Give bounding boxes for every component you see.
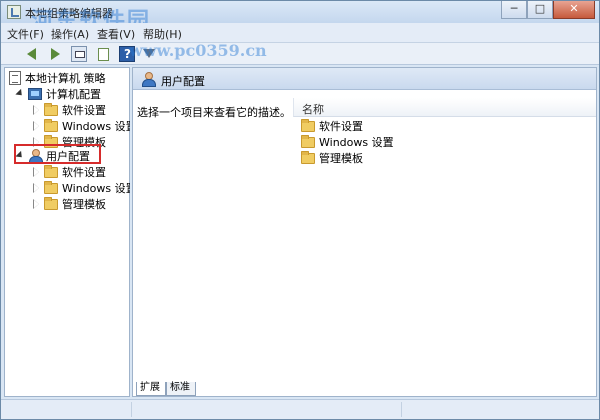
column-header-label: 名称 bbox=[302, 103, 324, 116]
tree-label: Windows 设置 bbox=[62, 182, 137, 195]
tree-label: 管理模板 bbox=[62, 198, 106, 211]
list-item-label: Windows 设置 bbox=[319, 136, 394, 149]
expand-arrow-icon[interactable] bbox=[31, 167, 41, 177]
menu-bar: 文件(F) 操作(A) 查看(V) 帮助(H) bbox=[1, 23, 599, 43]
close-icon: ✕ bbox=[569, 2, 579, 15]
folder-icon bbox=[301, 150, 315, 164]
back-icon bbox=[27, 48, 36, 60]
tree-label-root: 本地计算机 策略 bbox=[25, 72, 106, 85]
gpedit-app-icon bbox=[7, 5, 21, 19]
tree-item-root[interactable]: 本地计算机 策略 bbox=[9, 70, 106, 86]
close-button[interactable]: ✕ bbox=[553, 1, 595, 19]
list-item[interactable]: Windows 设置 bbox=[301, 134, 394, 150]
menu-view[interactable]: 查看(V) bbox=[97, 26, 135, 42]
policy-icon bbox=[9, 71, 21, 85]
detail-title: 用户配置 bbox=[161, 75, 205, 88]
list-item[interactable]: 管理模板 bbox=[301, 150, 363, 166]
folder-icon bbox=[301, 118, 315, 132]
window-controls: ─ □ ✕ bbox=[501, 1, 595, 19]
tree-pane[interactable]: 本地计算机 策略 计算机配置 软件设置 Windows 设置 管理模板 用户配置 bbox=[4, 67, 137, 397]
toolbar: www.pc0359.cn bbox=[1, 41, 599, 65]
collapse-arrow-icon[interactable] bbox=[15, 89, 25, 99]
column-header-name[interactable]: 名称 bbox=[293, 98, 596, 117]
folder-icon bbox=[44, 164, 58, 178]
detail-header: 用户配置 bbox=[133, 68, 596, 90]
list-item-label: 软件设置 bbox=[319, 120, 363, 133]
tree-label: Windows 设置 bbox=[62, 120, 137, 133]
up-level-icon[interactable] bbox=[71, 46, 87, 62]
gpedit-window: 本地组策略编辑器 河东软件园 ─ □ ✕ 文件(F) 操作(A) 查看(V) 帮… bbox=[0, 0, 600, 420]
description-text: 选择一个项目来查看它的描述。 bbox=[137, 106, 291, 119]
list-item-label: 管理模板 bbox=[319, 152, 363, 165]
user-config-icon bbox=[141, 72, 156, 87]
tree-item-software-settings[interactable]: 软件设置 bbox=[31, 102, 106, 118]
menu-action[interactable]: 操作(A) bbox=[51, 26, 89, 42]
maximize-button[interactable]: □ bbox=[527, 1, 553, 19]
expand-arrow-icon[interactable] bbox=[31, 121, 41, 131]
menu-help[interactable]: 帮助(H) bbox=[143, 26, 182, 42]
back-button[interactable] bbox=[25, 46, 41, 62]
folder-icon bbox=[301, 134, 315, 148]
minimize-button[interactable]: ─ bbox=[501, 1, 527, 19]
status-divider bbox=[401, 402, 402, 417]
tree-item-windows-settings[interactable]: Windows 设置 bbox=[31, 118, 137, 134]
show-hide-tree-icon[interactable] bbox=[95, 46, 111, 62]
tab-extended[interactable]: 扩展 bbox=[136, 382, 166, 396]
tree-label: 软件设置 bbox=[62, 166, 106, 179]
watermark-url: www.pc0359.cn bbox=[129, 41, 267, 60]
tree-item-user-software-settings[interactable]: 软件设置 bbox=[31, 164, 106, 180]
expand-arrow-icon[interactable] bbox=[31, 183, 41, 193]
tree-label: 软件设置 bbox=[62, 104, 106, 117]
folder-icon bbox=[44, 102, 58, 116]
status-divider bbox=[131, 402, 132, 417]
menu-file[interactable]: 文件(F) bbox=[7, 26, 44, 42]
tree-item-user-admin-templates[interactable]: 管理模板 bbox=[31, 196, 106, 212]
folder-icon bbox=[44, 180, 58, 194]
tree-label-computer-config: 计算机配置 bbox=[46, 88, 101, 101]
folder-icon bbox=[44, 196, 58, 210]
forward-button[interactable] bbox=[47, 46, 63, 62]
expand-arrow-icon[interactable] bbox=[31, 105, 41, 115]
maximize-icon: □ bbox=[534, 2, 546, 15]
detail-pane: 用户配置 选择一个项目来查看它的描述。 名称 软件设置 Windows 设置 管… bbox=[132, 67, 597, 397]
folder-icon bbox=[44, 118, 58, 132]
title-bar[interactable]: 本地组策略编辑器 河东软件园 ─ □ ✕ bbox=[1, 1, 599, 34]
status-bar bbox=[1, 399, 599, 419]
tab-standard[interactable]: 标准 bbox=[166, 382, 196, 396]
computer-icon bbox=[28, 88, 42, 100]
minimize-icon: ─ bbox=[510, 2, 518, 15]
tree-item-user-windows-settings[interactable]: Windows 设置 bbox=[31, 180, 137, 196]
forward-icon bbox=[51, 48, 60, 60]
tree-item-computer-config[interactable]: 计算机配置 bbox=[15, 86, 101, 102]
highlight-box bbox=[14, 144, 101, 164]
expand-arrow-icon[interactable] bbox=[31, 199, 41, 209]
list-item[interactable]: 软件设置 bbox=[301, 118, 363, 134]
